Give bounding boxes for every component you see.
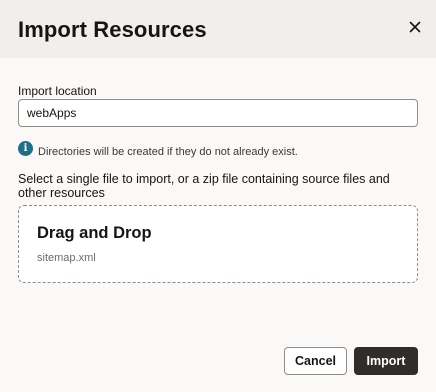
dialog-body: Import location i Directories will be cr… bbox=[0, 58, 436, 283]
cancel-button[interactable]: Cancel bbox=[284, 347, 347, 375]
import-location-input[interactable] bbox=[18, 99, 418, 127]
dialog-header: Import Resources bbox=[0, 0, 436, 58]
file-dropzone[interactable]: Drag and Drop sitemap.xml bbox=[18, 205, 418, 283]
import-instructions: Select a single file to import, or a zip… bbox=[18, 172, 390, 200]
info-message: i Directories will be created if they do… bbox=[18, 141, 418, 158]
import-location-label: Import location bbox=[18, 84, 97, 98]
dropzone-title: Drag and Drop bbox=[37, 224, 152, 242]
import-button[interactable]: Import bbox=[354, 347, 418, 375]
dropzone-file-name: sitemap.xml bbox=[37, 252, 96, 264]
info-icon: i bbox=[18, 141, 33, 156]
dialog-footer: Cancel Import bbox=[284, 347, 418, 375]
import-resources-dialog: Import Resources Import location i Direc… bbox=[0, 0, 436, 392]
close-icon bbox=[409, 21, 421, 33]
close-button[interactable] bbox=[404, 16, 426, 38]
info-text: Directories will be created if they do n… bbox=[38, 146, 298, 158]
dialog-title: Import Resources bbox=[18, 16, 207, 42]
